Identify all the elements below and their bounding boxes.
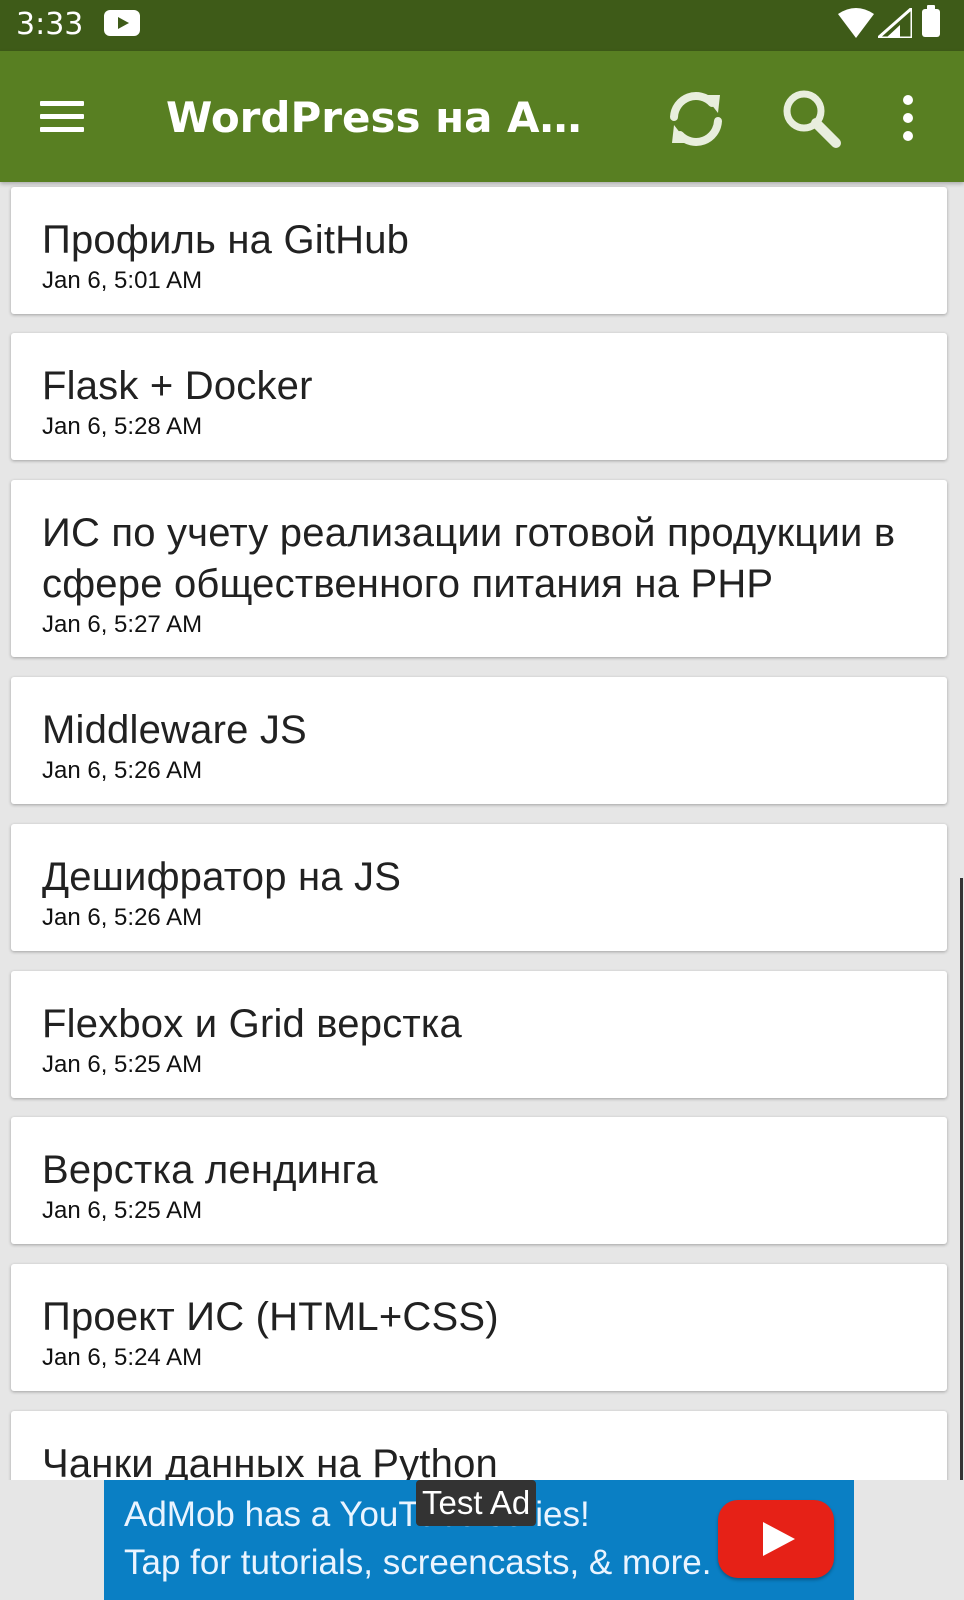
more-options-button[interactable] [880, 83, 936, 155]
post-title: Middleware JS [42, 708, 307, 752]
ad-subline: Tap for tutorials, screencasts, & more. [124, 1543, 712, 1582]
menu-button[interactable] [30, 89, 94, 145]
post-list[interactable]: Профиль на GitHub Jan 6, 5:01 AM Flask +… [0, 182, 964, 1480]
post-item[interactable]: Middleware JS Jan 6, 5:26 AM [11, 677, 947, 804]
wifi-icon [838, 8, 874, 38]
post-date: Jan 6, 5:24 AM [42, 1344, 203, 1371]
app-bar: WordPress на Andr… [0, 51, 964, 182]
status-time: 3:33 [16, 7, 84, 42]
post-item[interactable]: Верстка лендинга Jan 6, 5:25 AM [11, 1117, 947, 1244]
cell-signal-icon [878, 8, 912, 38]
post-date: Jan 6, 5:25 AM [42, 1051, 203, 1078]
post-date: Jan 6, 5:01 AM [42, 267, 203, 294]
post-title: Дешифратор на JS [42, 855, 402, 899]
search-button[interactable] [776, 83, 848, 155]
post-item[interactable]: Flexbox и Grid верстка Jan 6, 5:25 AM [11, 971, 947, 1098]
youtube-notification-icon [104, 10, 140, 36]
app-title: WordPress на Andr… [166, 93, 606, 142]
post-item[interactable]: Flask + Docker Jan 6, 5:28 AM [11, 333, 947, 460]
post-item[interactable]: Чанки данных на Python [11, 1411, 947, 1480]
battery-icon [922, 5, 940, 37]
search-icon [783, 90, 841, 148]
youtube-play-icon [718, 1500, 834, 1578]
more-vert-icon [903, 95, 913, 141]
post-date: Jan 6, 5:28 AM [42, 413, 203, 440]
status-bar: 3:33 [0, 0, 964, 51]
post-date: Jan 6, 5:25 AM [42, 1197, 203, 1224]
refresh-icon [670, 92, 722, 146]
post-title: Flexbox и Grid верстка [42, 1002, 462, 1046]
post-date: Jan 6, 5:27 AM [42, 611, 203, 638]
post-date: Jan 6, 5:26 AM [42, 757, 203, 784]
post-item[interactable]: Проект ИС (HTML+CSS) Jan 6, 5:24 AM [11, 1264, 947, 1391]
post-item[interactable]: Профиль на GitHub Jan 6, 5:01 AM [11, 187, 947, 314]
post-title: Чанки данных на Python [42, 1442, 498, 1480]
test-ad-label: Test Ad [416, 1480, 537, 1526]
post-title: Проект ИС (HTML+CSS) [42, 1295, 499, 1339]
refresh-button[interactable] [660, 83, 732, 155]
post-item[interactable]: ИС по учету реализации готовой продукции… [11, 480, 947, 657]
post-title: ИС по учету реализации готовой продукции… [42, 511, 896, 606]
post-title: Верстка лендинга [42, 1148, 378, 1192]
post-title: Профиль на GitHub [42, 218, 410, 262]
post-title: Flask + Docker [42, 364, 313, 408]
post-item[interactable]: Дешифратор на JS Jan 6, 5:26 AM [11, 824, 947, 951]
post-date: Jan 6, 5:26 AM [42, 904, 203, 931]
